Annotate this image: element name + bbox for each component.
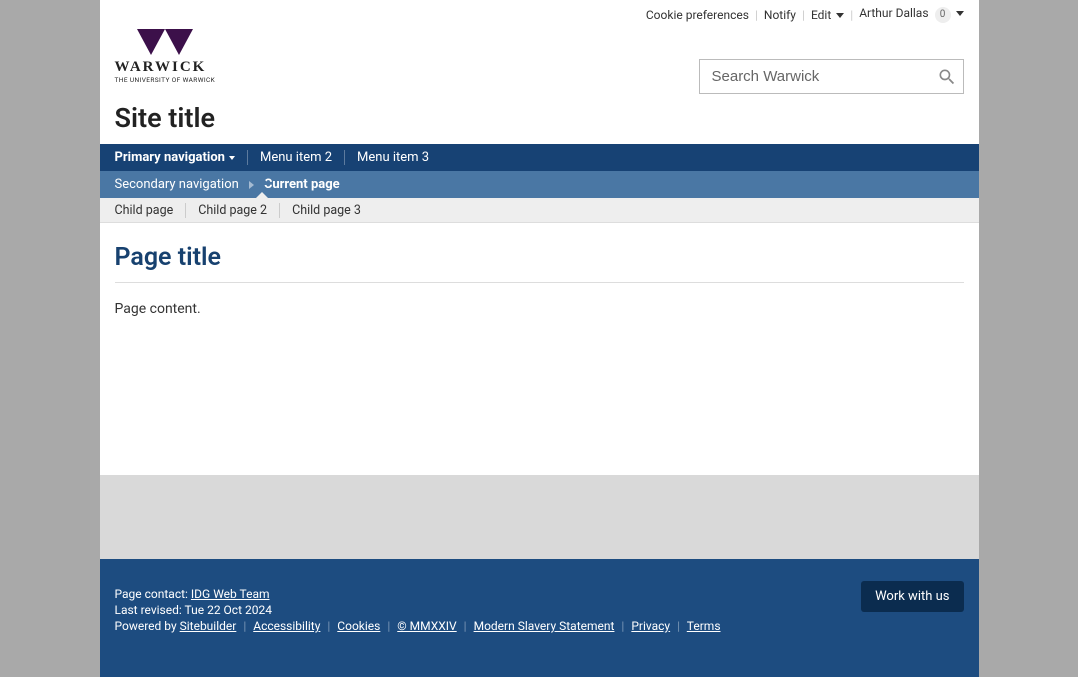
footer-separator: |: [460, 619, 471, 633]
footer-separator: |: [673, 619, 684, 633]
utility-separator: |: [802, 8, 805, 22]
search-box: [699, 59, 964, 94]
footer-sitebuilder-link[interactable]: Sitebuilder: [180, 619, 237, 633]
search-input[interactable]: [700, 68, 931, 85]
user-menu[interactable]: Arthur Dallas 0: [859, 6, 963, 23]
powered-by-label: Powered by: [115, 619, 180, 633]
footer-terms-link[interactable]: Terms: [687, 619, 721, 633]
secondary-nav-item[interactable]: Secondary navigation: [115, 177, 239, 192]
footer-accessibility-link[interactable]: Accessibility: [253, 619, 320, 633]
primary-nav-item[interactable]: Menu item 3: [344, 150, 441, 165]
main-content: Page title Page content.: [100, 223, 979, 475]
secondary-nav: Secondary navigation Current page: [100, 171, 979, 198]
active-tab-indicator-icon: [256, 192, 268, 198]
search-icon: [937, 67, 957, 87]
footer: Page contact: IDG Web Team Last revised:…: [100, 559, 979, 677]
child-page-link[interactable]: Child page 2: [185, 203, 279, 218]
footer-strip: [100, 475, 979, 559]
notify-link[interactable]: Notify: [764, 8, 796, 22]
page-contact-label: Page contact:: [115, 587, 191, 601]
chevron-down-icon: [956, 11, 964, 16]
secondary-nav-item-current[interactable]: Current page: [264, 177, 340, 192]
primary-nav: Primary navigation Menu item 2 Menu item…: [100, 144, 979, 171]
utility-separator: |: [850, 8, 853, 22]
warwick-logo[interactable]: WARWICK THE UNIVERSITY OF WARWICK: [115, 29, 216, 84]
footer-separator: |: [323, 619, 334, 633]
tertiary-nav: Child page Child page 2 Child page 3: [100, 198, 979, 223]
chevron-down-icon: [836, 13, 844, 18]
warwick-wordmark: WARWICK: [115, 59, 216, 76]
warwick-subtitle: THE UNIVERSITY OF WARWICK: [115, 76, 216, 84]
utility-bar: Cookie preferences | Notify | Edit | Art…: [100, 0, 979, 27]
edit-dropdown[interactable]: Edit: [811, 8, 844, 22]
primary-nav-item-active[interactable]: Primary navigation: [115, 150, 247, 165]
search-button[interactable]: [931, 67, 963, 87]
site-title[interactable]: Site title: [100, 94, 979, 144]
primary-nav-item[interactable]: Menu item 2: [247, 150, 344, 165]
footer-copyright-link[interactable]: © MMXXIV: [397, 619, 456, 633]
last-revised-label: Last revised:: [115, 603, 185, 617]
footer-cookies-link[interactable]: Cookies: [337, 619, 380, 633]
footer-privacy-link[interactable]: Privacy: [631, 619, 670, 633]
masthead: WARWICK THE UNIVERSITY OF WARWICK: [100, 27, 979, 94]
user-name-label: Arthur Dallas: [859, 6, 928, 20]
active-tab-indicator-icon: [258, 179, 270, 185]
child-page-link[interactable]: Child page 3: [279, 203, 373, 218]
chevron-down-icon: [229, 156, 235, 160]
footer-separator: |: [617, 619, 628, 633]
page-title: Page title: [115, 243, 964, 283]
child-page-link[interactable]: Child page: [115, 203, 186, 218]
notification-badge: 0: [935, 7, 951, 23]
last-revised-value: Tue 22 Oct 2024: [185, 603, 272, 617]
edit-label: Edit: [811, 8, 831, 22]
utility-separator: |: [755, 8, 758, 22]
footer-separator: |: [239, 619, 250, 633]
page-body-text: Page content.: [115, 301, 964, 317]
footer-separator: |: [383, 619, 394, 633]
work-with-us-button[interactable]: Work with us: [861, 581, 963, 612]
footer-slavery-link[interactable]: Modern Slavery Statement: [474, 619, 615, 633]
chevron-right-icon: [249, 181, 254, 189]
warwick-logo-icon: [137, 29, 193, 57]
cookie-preferences-link[interactable]: Cookie preferences: [646, 8, 749, 22]
page-contact-link[interactable]: IDG Web Team: [191, 587, 270, 601]
nav-label: Primary navigation: [115, 150, 225, 165]
